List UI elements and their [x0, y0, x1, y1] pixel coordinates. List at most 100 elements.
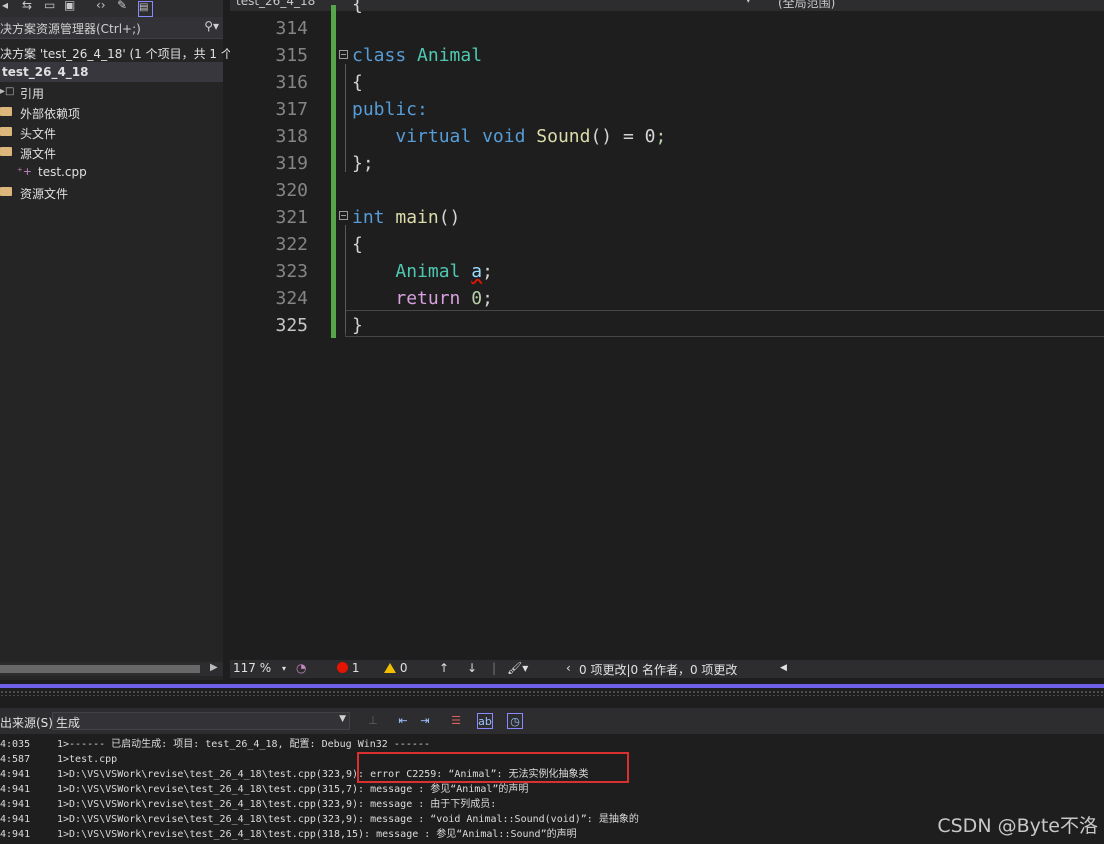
- cpp-file-icon: ⁺+: [17, 165, 33, 178]
- output-source-select[interactable]: 生成 ▼: [52, 712, 350, 730]
- output-timestamp: 4:941: [0, 784, 31, 795]
- line-number: 323: [275, 261, 308, 282]
- current-line-highlight: [345, 310, 1104, 337]
- code-line: class Animal: [352, 42, 482, 69]
- brush-icon[interactable]: 🖌▾: [507, 661, 528, 675]
- error-count-button[interactable]: 1: [337, 661, 359, 675]
- arrow-down-icon[interactable]: ↓: [467, 661, 477, 675]
- warning-count-button[interactable]: 0: [384, 661, 407, 675]
- tree-item-test-cpp[interactable]: ⁺+ test.cpp: [0, 162, 223, 182]
- code-token: main: [395, 207, 439, 228]
- line-number: 314: [275, 18, 308, 39]
- line-number: 322: [275, 234, 308, 255]
- panel-splitter[interactable]: [0, 684, 1104, 688]
- chevron-down-icon[interactable]: ▾: [282, 664, 286, 673]
- code-token: {: [352, 72, 363, 93]
- code-token: return: [395, 288, 461, 309]
- code-token: }: [352, 315, 363, 336]
- line-number: 316: [275, 72, 308, 93]
- tree-item-label: 引用: [20, 87, 45, 101]
- change-tracking-bar: [331, 5, 336, 338]
- timestamp-clock-icon[interactable]: ◷: [507, 713, 523, 729]
- sync-icon[interactable]: ⇆: [22, 0, 32, 12]
- code-token: () = 0: [590, 126, 656, 147]
- tree-item-label: 头文件: [20, 127, 57, 141]
- watermark: CSDN @Byte不洛: [937, 815, 1098, 837]
- collapse-icon[interactable]: ▭: [44, 0, 55, 12]
- folder-icon: [0, 127, 12, 136]
- output-message: 1>D:\VS\VSWork\revise\test_26_4_18\test.…: [57, 829, 577, 840]
- code-token: void: [482, 126, 526, 147]
- arrow-up-icon[interactable]: ↑: [439, 661, 449, 675]
- code-line: return 0;: [352, 285, 493, 312]
- error-icon: [337, 662, 348, 673]
- scroll-left-icon[interactable]: ◀: [780, 663, 787, 673]
- code-line: }: [352, 312, 363, 339]
- line-number: 320: [275, 180, 308, 201]
- code-token: ;: [482, 261, 493, 282]
- output-timestamp: 4:941: [0, 769, 31, 780]
- collapse-main-icon[interactable]: [339, 211, 348, 220]
- code-token-error-squiggle[interactable]: a: [471, 261, 482, 282]
- tree-item-external-deps[interactable]: 外部依赖项: [0, 102, 223, 122]
- code-line: {: [352, 231, 363, 258]
- back-icon[interactable]: ◂: [2, 0, 8, 12]
- collapse-class-icon[interactable]: [339, 50, 348, 59]
- tree-item-label: test.cpp: [38, 165, 87, 179]
- output-message: 1>test.cpp: [57, 754, 118, 765]
- code-token: ;: [482, 288, 493, 309]
- line-number-current: 325: [275, 315, 308, 336]
- line-number: 319: [275, 153, 308, 174]
- solution-explorer-search[interactable]: 决方案资源管理器(Ctrl+;) ⚲▾: [0, 17, 223, 39]
- search-icon[interactable]: ⚲▾: [204, 19, 219, 33]
- next-message-icon[interactable]: ⇥: [417, 713, 433, 729]
- zoom-level[interactable]: 117 %: [233, 661, 271, 675]
- chevron-left-icon[interactable]: ‹: [566, 661, 571, 675]
- copy-icon[interactable]: ▣: [64, 0, 75, 12]
- find-message-icon[interactable]: ⊥: [365, 713, 381, 729]
- project-node[interactable]: test_26_4_18: [0, 62, 223, 82]
- scope-dropdown[interactable]: (全局范围): [778, 0, 835, 11]
- error-count: 1: [351, 661, 360, 675]
- word-wrap-icon[interactable]: ab: [477, 713, 493, 729]
- code-line: int main(): [352, 204, 460, 231]
- code-token: int: [352, 207, 385, 228]
- chevron-down-icon: ▼: [339, 714, 346, 724]
- tree-item-resource-files[interactable]: 资源文件: [0, 182, 223, 202]
- search-placeholder: 决方案资源管理器(Ctrl+;): [0, 22, 141, 36]
- output-timestamp: 4:941: [0, 799, 31, 810]
- output-timestamp: 4:587: [0, 754, 31, 765]
- scroll-right-icon[interactable]: ▶: [210, 662, 218, 673]
- output-message: 1>D:\VS\VSWork\revise\test_26_4_18\test.…: [57, 784, 529, 795]
- output-timestamp: 4:941: [0, 814, 31, 825]
- prev-message-icon[interactable]: ⇤: [395, 713, 411, 729]
- health-icon[interactable]: ◔: [296, 661, 306, 675]
- code-view-icon[interactable]: ‹›: [96, 0, 106, 12]
- output-source-label: 出来源(S):: [0, 716, 58, 730]
- output-timestamp: 4:941: [0, 829, 31, 840]
- code-token: (): [438, 207, 461, 228]
- line-number: 317: [275, 99, 308, 120]
- preview-icon[interactable]: ▤: [138, 1, 153, 17]
- references-icon: ▸□: [0, 86, 15, 97]
- code-line: };: [352, 150, 374, 177]
- git-changes-label[interactable]: 0 项更改|0 名作者，0 项更改: [579, 661, 737, 678]
- tree-item-source-files[interactable]: 源文件: [0, 142, 223, 162]
- indent-guide: [345, 64, 346, 172]
- clear-all-icon[interactable]: ☰: [448, 713, 464, 729]
- tree-item-references[interactable]: ▸□ 引用: [0, 82, 223, 102]
- line-number: 324: [275, 288, 308, 309]
- output-message: 1>D:\VS\VSWork\revise\test_26_4_18\test.…: [57, 799, 497, 810]
- solution-node[interactable]: 决方案 'test_26_4_18' (1 个项目，共 1 个): [0, 42, 238, 62]
- code-token: Animal: [417, 45, 483, 66]
- scrollbar-thumb[interactable]: [0, 665, 200, 673]
- folder-icon: [0, 187, 12, 196]
- code-token: ;: [655, 126, 667, 147]
- splitter-grip[interactable]: [0, 690, 1104, 696]
- chevron-down-icon[interactable]: ▾: [746, 0, 751, 6]
- properties-wrench-icon[interactable]: ✎: [117, 0, 127, 12]
- tree-item-header-files[interactable]: 头文件: [0, 122, 223, 142]
- project-dropdown[interactable]: test_26_4_18: [236, 0, 315, 8]
